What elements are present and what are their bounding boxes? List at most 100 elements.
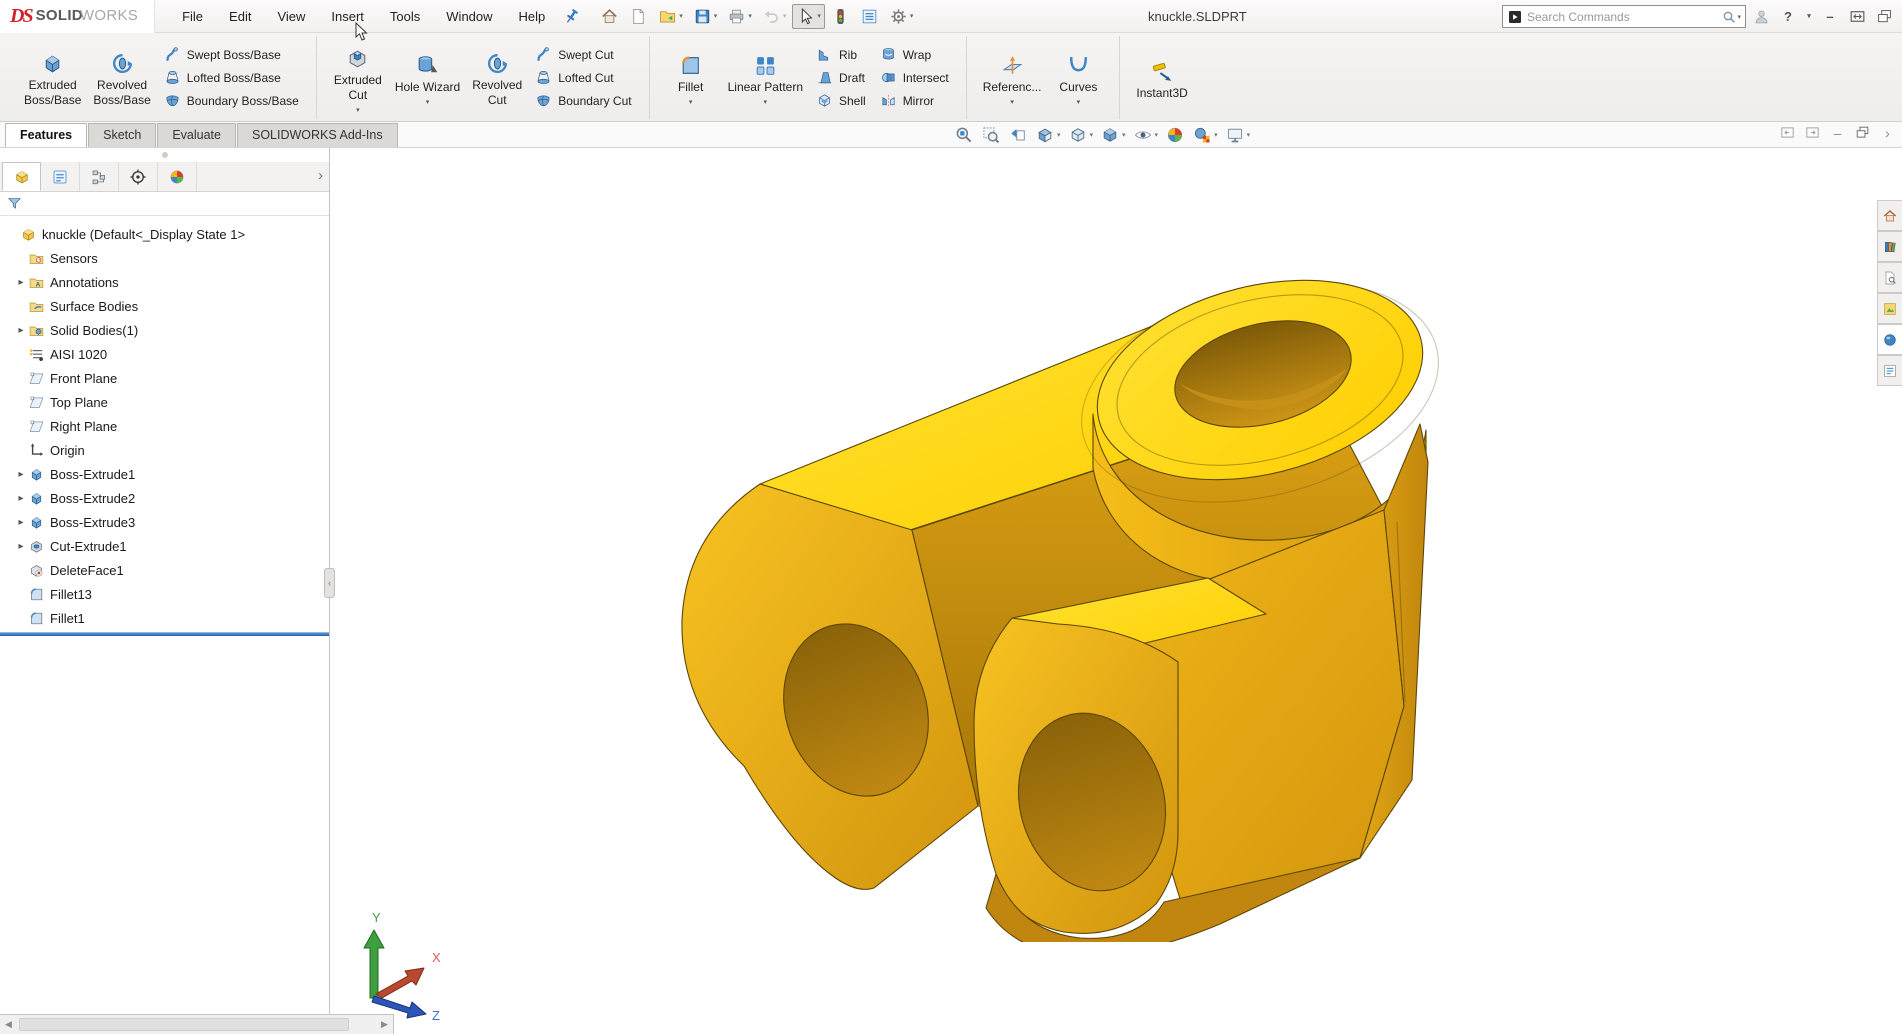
tree-item-origin[interactable]: Origin bbox=[0, 438, 329, 462]
previous-view-button[interactable] bbox=[1006, 124, 1030, 146]
dimxpertmanager-tab[interactable] bbox=[119, 162, 158, 191]
boundary-boss-base-button[interactable]: Boundary Boss/Base bbox=[161, 91, 302, 111]
tree-item-top-plane[interactable]: Top Plane bbox=[0, 390, 329, 414]
dropdown-arrow-icon[interactable]: ▾ bbox=[748, 12, 752, 20]
dropdown-arrow-icon[interactable]: ▾ bbox=[1077, 98, 1081, 106]
dropdown-arrow-icon[interactable]: ▾ bbox=[817, 12, 821, 20]
tree-item-right-plane[interactable]: Right Plane bbox=[0, 414, 329, 438]
search-dropdown-arrow-icon[interactable]: ▾ bbox=[1737, 13, 1741, 21]
tree-item-fillet13[interactable]: Fillet13 bbox=[0, 582, 329, 606]
dropdown-arrow-icon[interactable]: ▾ bbox=[764, 98, 768, 106]
task-pane-tab-file-explorer[interactable] bbox=[1877, 262, 1902, 293]
new-document-button[interactable] bbox=[625, 4, 652, 29]
scrollbar-track[interactable] bbox=[17, 1015, 376, 1034]
rollback-bar[interactable] bbox=[0, 632, 329, 636]
mirror-button[interactable]: Mirror bbox=[877, 91, 952, 111]
tree-item-surface-bodies[interactable]: Surface Bodies bbox=[0, 294, 329, 318]
menu-edit[interactable]: Edit bbox=[216, 1, 264, 32]
dropdown-arrow-icon[interactable]: ▾ bbox=[1090, 131, 1094, 139]
draft-button[interactable]: Draft bbox=[813, 68, 869, 88]
filter-funnel-icon[interactable] bbox=[6, 195, 23, 212]
shell-button[interactable]: Shell bbox=[813, 91, 869, 111]
expand-arrow-icon[interactable]: ▸ bbox=[14, 469, 28, 480]
rebuild-button[interactable] bbox=[827, 4, 854, 29]
task-pane-tab-design-library[interactable] bbox=[1877, 231, 1902, 262]
tab-evaluate[interactable]: Evaluate bbox=[157, 123, 236, 147]
panel-collapse-handle[interactable] bbox=[0, 148, 329, 162]
open-button[interactable]: ▾ bbox=[654, 4, 687, 29]
wrap-button[interactable]: Wrap bbox=[877, 45, 952, 65]
menu-view[interactable]: View bbox=[264, 1, 318, 32]
swept-cut-button[interactable]: Swept Cut bbox=[532, 45, 634, 65]
tree-item-boss-extrude2[interactable]: ▸Boss-Extrude2 bbox=[0, 486, 329, 510]
task-pane-tab-custom-properties[interactable] bbox=[1877, 355, 1902, 386]
intersect-button[interactable]: Intersect bbox=[877, 68, 952, 88]
task-pane-tab-view-palette[interactable] bbox=[1877, 293, 1902, 324]
expand-task-pane-button[interactable]: › bbox=[1878, 123, 1897, 142]
instant3d-button[interactable]: Instant3D bbox=[1130, 55, 1193, 101]
tree-item-solid-bodies-1[interactable]: ▸Solid Bodies(1) bbox=[0, 318, 329, 342]
linear-pattern-button[interactable]: Linear Pattern▾ bbox=[722, 49, 809, 106]
menu-help[interactable]: Help bbox=[506, 1, 559, 32]
menu-insert[interactable]: Insert bbox=[318, 1, 377, 32]
search-input[interactable] bbox=[1523, 10, 1721, 24]
display-settings-button[interactable] bbox=[856, 4, 883, 29]
expand-arrow-icon[interactable]: ▸ bbox=[14, 517, 28, 528]
restore-document-button[interactable] bbox=[1853, 123, 1872, 142]
dropdown-arrow-icon[interactable]: ▾ bbox=[783, 12, 787, 20]
dropdown-arrow-icon[interactable]: ▾ bbox=[1057, 131, 1061, 139]
view-settings-button[interactable]: ▾ bbox=[1223, 124, 1253, 146]
propertymanager-tab[interactable] bbox=[41, 162, 80, 191]
knuckle-3d-model[interactable] bbox=[660, 272, 1440, 942]
task-pane-tab-solidworks-resources[interactable] bbox=[1877, 200, 1902, 231]
minimize-document-button[interactable]: – bbox=[1828, 123, 1847, 142]
minimize-window-button[interactable]: – bbox=[1818, 4, 1842, 28]
tree-item-sensors[interactable]: Sensors bbox=[0, 246, 329, 270]
expand-arrow-icon[interactable]: ▸ bbox=[14, 325, 28, 336]
tree-item-front-plane[interactable]: Front Plane bbox=[0, 366, 329, 390]
hole-wizard-button[interactable]: Hole Wizard▾ bbox=[389, 49, 466, 106]
swept-boss-base-button[interactable]: Swept Boss/Base bbox=[161, 45, 302, 65]
menu-file[interactable]: File bbox=[169, 1, 216, 32]
revolved-boss-base-button[interactable]: RevolvedBoss/Base bbox=[87, 47, 156, 108]
dropdown-arrow-icon[interactable]: ▾ bbox=[1122, 131, 1126, 139]
tree-item-aisi-1020[interactable]: AISI 1020 bbox=[0, 342, 329, 366]
tab-sketch[interactable]: Sketch bbox=[88, 123, 156, 147]
print-button[interactable]: ▾ bbox=[723, 4, 756, 29]
curves-button[interactable]: Curves▾ bbox=[1047, 49, 1109, 106]
home-button[interactable] bbox=[596, 4, 623, 29]
dropdown-arrow-icon[interactable]: ▾ bbox=[689, 98, 693, 106]
lofted-boss-base-button[interactable]: Lofted Boss/Base bbox=[161, 68, 302, 88]
expand-arrow-icon[interactable]: ▸ bbox=[14, 277, 28, 288]
dropdown-arrow-icon[interactable]: ▾ bbox=[714, 12, 718, 20]
dropdown-arrow-icon[interactable]: ▾ bbox=[356, 106, 360, 114]
panel-splitter-handle[interactable]: ‹ bbox=[324, 568, 335, 598]
rib-button[interactable]: Rib bbox=[813, 45, 869, 65]
dropdown-arrow-icon[interactable]: ▾ bbox=[1155, 131, 1159, 139]
tree-item-cut-extrude1[interactable]: ▸Cut-Extrude1 bbox=[0, 534, 329, 558]
featuremanager-tab[interactable] bbox=[2, 162, 41, 191]
horizontal-scrollbar[interactable]: ◀ ▶ bbox=[0, 1014, 394, 1034]
maximize-window-button[interactable] bbox=[1845, 4, 1869, 28]
help-dropdown-arrow[interactable]: ▾ bbox=[1803, 4, 1815, 28]
section-view-button[interactable]: ▾ bbox=[1033, 124, 1063, 146]
tree-item-boss-extrude1[interactable]: ▸Boss-Extrude1 bbox=[0, 462, 329, 486]
dropdown-arrow-icon[interactable]: ▾ bbox=[1010, 98, 1014, 106]
extruded-boss-base-button[interactable]: ExtrudedBoss/Base bbox=[18, 47, 87, 108]
lofted-cut-button[interactable]: Lofted Cut bbox=[532, 68, 634, 88]
menu-tools[interactable]: Tools bbox=[377, 1, 433, 32]
dropdown-arrow-icon[interactable]: ▾ bbox=[1247, 131, 1251, 139]
scroll-left-button[interactable]: ◀ bbox=[0, 1015, 17, 1034]
dropdown-arrow-icon[interactable]: ▾ bbox=[1214, 131, 1218, 139]
tree-item-boss-extrude3[interactable]: ▸Boss-Extrude3 bbox=[0, 510, 329, 534]
tab-features[interactable]: Features bbox=[5, 123, 87, 147]
scrollbar-thumb[interactable] bbox=[19, 1018, 349, 1031]
dock-pane-right-button[interactable] bbox=[1803, 123, 1822, 142]
menu-window[interactable]: Window bbox=[433, 1, 505, 32]
save-button[interactable]: ▾ bbox=[689, 4, 722, 29]
tree-item-knuckle-default-default-display-state-1[interactable]: knuckle (Default<_Display State 1> bbox=[0, 222, 329, 246]
edit-appearance-button[interactable] bbox=[1163, 124, 1187, 146]
zoom-to-area-button[interactable] bbox=[979, 124, 1003, 146]
scroll-right-button[interactable]: ▶ bbox=[376, 1015, 393, 1034]
expand-arrow-icon[interactable]: ▸ bbox=[14, 493, 28, 504]
